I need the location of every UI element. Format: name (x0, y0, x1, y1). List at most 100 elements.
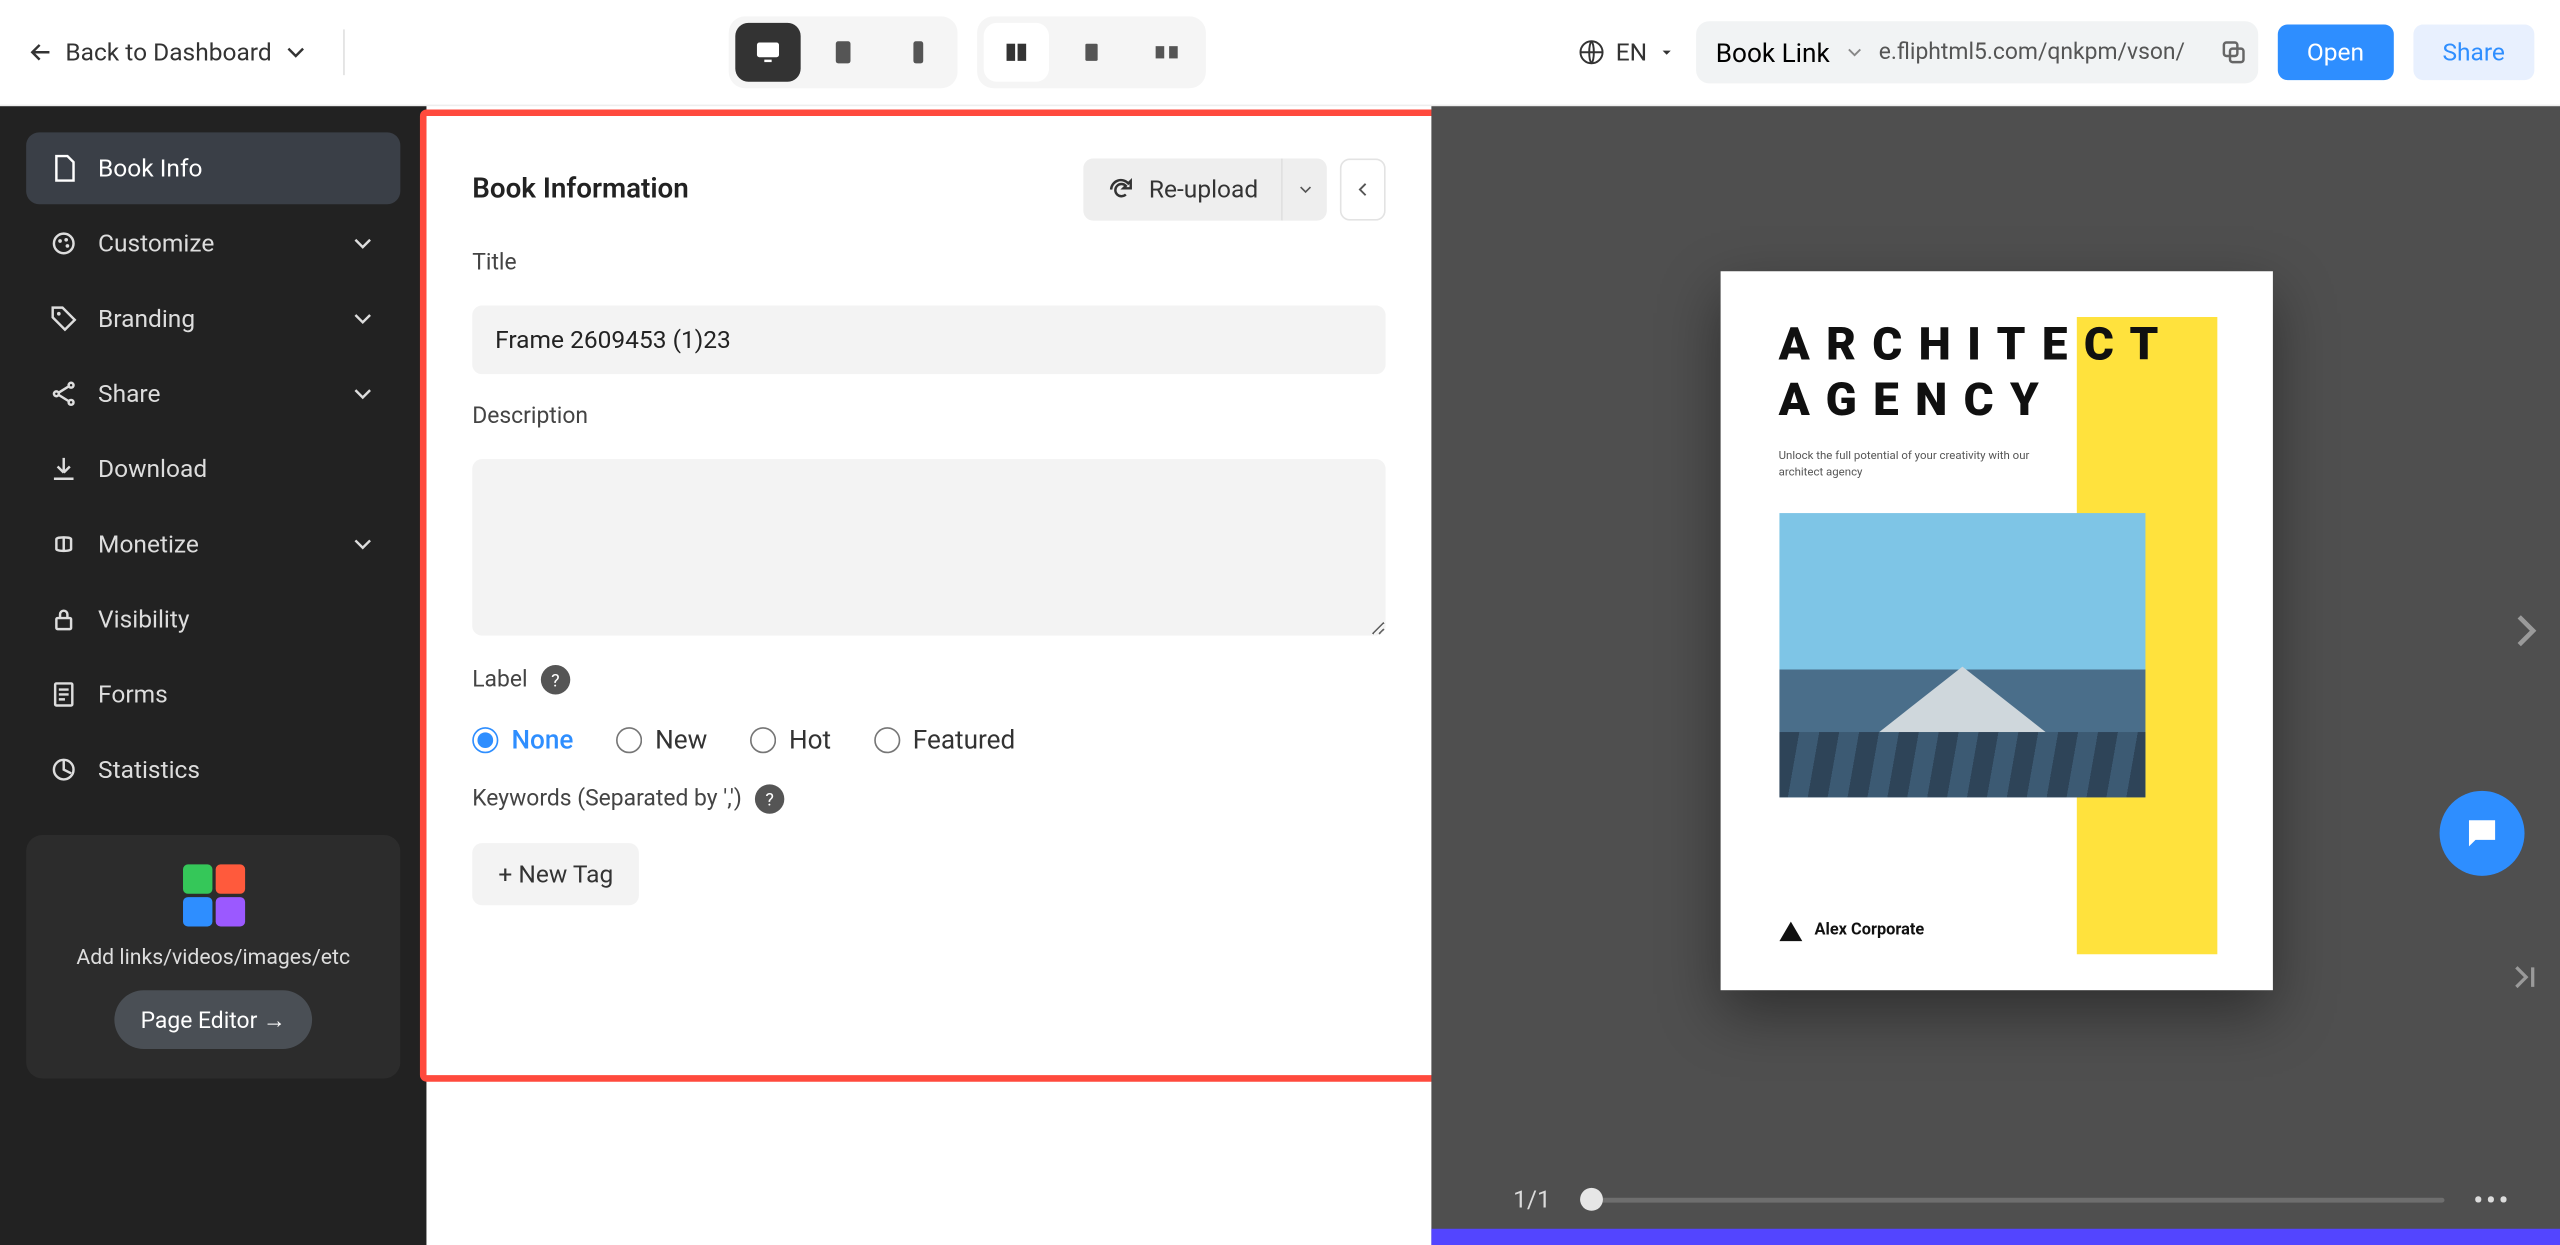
book-link-group: Book Link e.fliphtml5.com/qnkpm/vson/ (1696, 21, 2258, 83)
label-radio-group: None New Hot Featured (472, 724, 1385, 755)
label-option-none[interactable]: None (472, 724, 573, 755)
description-textarea[interactable] (472, 459, 1385, 635)
refresh-icon (1106, 175, 1135, 204)
spread-icon (1002, 38, 1031, 67)
sidebar-item-book-info[interactable]: Book Info (26, 132, 400, 204)
book-link-label: Book Link (1716, 37, 1830, 68)
promo-icons (182, 864, 244, 926)
help-icon[interactable]: ? (541, 665, 570, 694)
panel-title: Book Information (472, 173, 689, 206)
book-info-panel: Book Information Re-upload (426, 123, 1431, 1245)
phone-icon (904, 38, 933, 67)
sidebar-item-label: Customize (98, 229, 214, 258)
caret-down-icon (1657, 42, 1677, 62)
help-icon[interactable]: ? (755, 784, 784, 813)
sidebar-item-label: Visibility (98, 605, 189, 634)
file-icon (49, 154, 78, 183)
chevron-down-icon (1295, 180, 1315, 200)
layout-slide-button[interactable] (1134, 23, 1199, 82)
language-label: EN (1616, 38, 1647, 67)
chat-fab[interactable] (2440, 791, 2525, 876)
book-footer: Alex Corporate (1779, 921, 1925, 941)
label-label: Label (472, 667, 527, 693)
chat-icon (2462, 814, 2501, 853)
preview-pane: ARCHITECT AGENCY Unlock the full potenti… (1431, 106, 2560, 1245)
download-icon (49, 454, 78, 483)
chevron-left-icon (1351, 178, 1374, 201)
sidebar-item-label: Branding (98, 304, 195, 333)
back-to-dashboard[interactable]: Back to Dashboard (26, 38, 311, 67)
reupload-button[interactable]: Re-upload (1084, 158, 1281, 220)
book-title: ARCHITECT AGENCY (1779, 316, 2272, 427)
keywords-label: Keywords (Separated by ',') (472, 786, 742, 812)
chevron-down-icon (348, 304, 377, 333)
add-tag-button[interactable]: + New Tag (472, 843, 639, 905)
sidebar-item-label: Share (98, 379, 160, 408)
book-preview[interactable]: ARCHITECT AGENCY Unlock the full potenti… (1720, 270, 2272, 989)
device-preview-group (729, 16, 958, 88)
label-option-hot[interactable]: Hot (750, 724, 831, 755)
globe-icon (1576, 38, 1605, 67)
sidebar-item-branding[interactable]: Branding (26, 283, 400, 355)
upgrade-banner[interactable] (1431, 1229, 2560, 1245)
collapse-panel-button[interactable] (1340, 158, 1386, 220)
form-icon (49, 680, 78, 709)
open-button[interactable]: Open (2277, 25, 2393, 81)
single-page-icon (1077, 38, 1106, 67)
back-label: Back to Dashboard (65, 38, 271, 67)
label-option-featured[interactable]: Featured (874, 724, 1016, 755)
label-option-new[interactable]: New (616, 724, 707, 755)
layout-single-button[interactable] (1059, 23, 1124, 82)
palette-icon (49, 229, 78, 258)
sidebar-item-label: Forms (98, 680, 168, 709)
sidebar: Book Info Customize Branding Share Downl… (0, 106, 426, 1245)
chevron-down-icon (348, 229, 377, 258)
promo-card: Add links/videos/images/etc Page Editor … (26, 835, 400, 1078)
chevron-right-icon (2498, 602, 2554, 658)
chart-icon (49, 755, 78, 784)
reupload-dropdown[interactable] (1281, 158, 1327, 220)
sidebar-item-visibility[interactable]: Visibility (26, 583, 400, 655)
logo-icon (1779, 921, 1802, 941)
chevron-down-icon (348, 529, 377, 558)
sidebar-item-monetize[interactable]: Monetize (26, 508, 400, 580)
sidebar-item-customize[interactable]: Customize (26, 208, 400, 280)
description-label: Description (472, 404, 1385, 430)
sidebar-item-label: Statistics (98, 755, 200, 784)
device-phone-button[interactable] (886, 23, 951, 82)
arrow-left-icon (26, 38, 55, 67)
sidebar-item-download[interactable]: Download (26, 433, 400, 505)
sidebar-item-statistics[interactable]: Statistics (26, 734, 400, 806)
layout-spread-button[interactable] (984, 23, 1049, 82)
layout-preview-group (977, 16, 1206, 88)
sidebar-item-label: Download (98, 454, 207, 483)
chevron-last-icon (2505, 957, 2544, 996)
book-link-url: e.fliphtml5.com/qnkpm/vson/ (1879, 39, 2206, 65)
page-editor-button[interactable]: Page Editor → (114, 990, 312, 1049)
next-page-button[interactable] (2498, 602, 2554, 658)
language-selector[interactable]: EN (1576, 38, 1676, 67)
promo-text: Add links/videos/images/etc (76, 946, 350, 971)
page-indicator: 1/1 (1513, 1185, 1551, 1214)
sidebar-item-share[interactable]: Share (26, 358, 400, 430)
desktop-icon (753, 38, 782, 67)
sidebar-item-forms[interactable]: Forms (26, 659, 400, 731)
chevron-down-icon[interactable] (1843, 41, 1866, 64)
page-slider[interactable] (1580, 1197, 2444, 1202)
tag-icon (49, 304, 78, 333)
last-page-button[interactable] (2505, 957, 2544, 996)
book-subtitle: Unlock the full potential of your creati… (1779, 447, 2073, 480)
copy-icon[interactable] (2219, 38, 2248, 67)
title-input[interactable] (472, 306, 1385, 375)
device-desktop-button[interactable] (735, 23, 800, 82)
share-button[interactable]: Share (2413, 25, 2534, 81)
lock-icon (49, 605, 78, 634)
tablet-icon (828, 38, 857, 67)
more-options-button[interactable]: ••• (2473, 1184, 2511, 1215)
slide-icon (1152, 38, 1181, 67)
chevron-down-icon (348, 379, 377, 408)
share-icon (49, 379, 78, 408)
device-tablet-button[interactable] (811, 23, 876, 82)
money-icon (49, 529, 78, 558)
sidebar-item-label: Book Info (98, 154, 202, 183)
